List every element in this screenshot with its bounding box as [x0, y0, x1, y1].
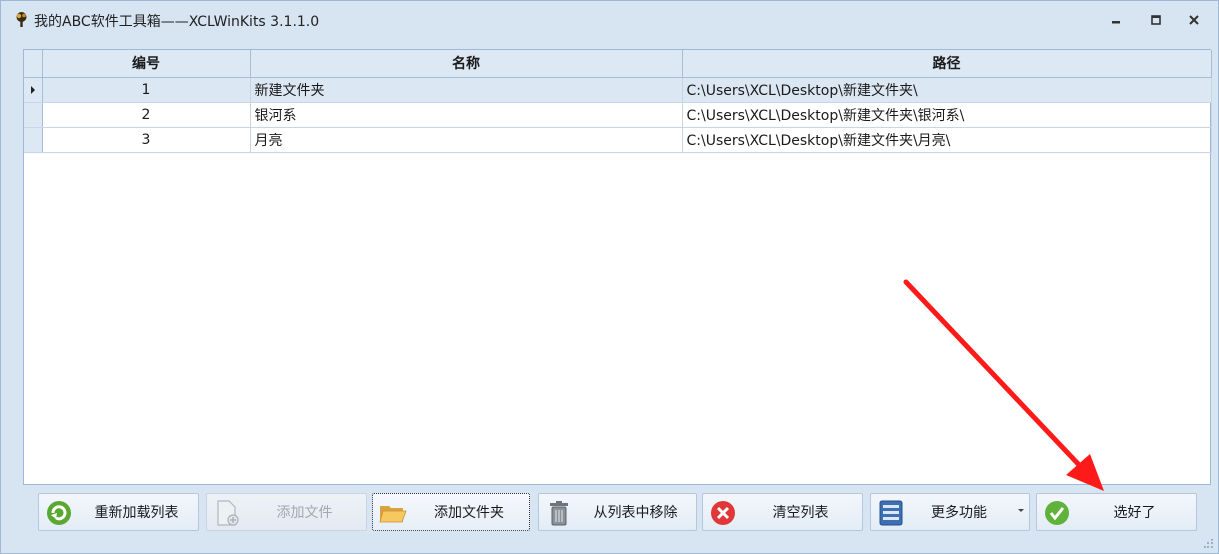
table-row[interactable]: 1 新建文件夹 C:\Users\XCL\Desktop\新建文件夹\ — [24, 77, 1212, 103]
table-row[interactable]: 2 银河系 C:\Users\XCL\Desktop\新建文件夹\银河系\ — [24, 102, 1212, 128]
clear-x-icon — [711, 501, 735, 525]
bottom-toolbar: 重新加载列表 添加文件 添加文件夹 从列表中移除 清空列表 更多功能 选好了 — [1, 489, 1218, 537]
table-row[interactable]: 3 月亮 C:\Users\XCL\Desktop\新建文件夹\月亮\ — [24, 127, 1212, 153]
done-button[interactable]: 选好了 — [1036, 493, 1197, 531]
file-grid[interactable]: 编号 名称 路径 1 新建文件夹 C:\Users\XCL\Desktop\新建… — [23, 49, 1212, 485]
column-header-path[interactable]: 路径 — [682, 50, 1212, 78]
add-file-label: 添加文件 — [276, 505, 333, 521]
app-window: 我的ABC软件工具箱——XCLWinKits 3.1.1.0 编号 名称 路径 … — [0, 0, 1219, 554]
reload-list-button[interactable]: 重新加载列表 — [38, 493, 199, 531]
cell-path[interactable]: C:\Users\XCL\Desktop\新建文件夹\月亮\ — [682, 127, 1212, 153]
row-selector[interactable] — [24, 127, 43, 153]
maximize-icon — [1151, 15, 1161, 25]
row-header-corner — [24, 50, 43, 78]
open-folder-icon — [379, 506, 407, 523]
minimize-button[interactable] — [1105, 10, 1127, 30]
clear-list-button[interactable]: 清空列表 — [702, 493, 863, 531]
close-icon — [1189, 15, 1199, 25]
remove-from-list-button[interactable]: 从列表中移除 — [538, 493, 697, 531]
minimize-icon — [1112, 21, 1120, 24]
done-label: 选好了 — [1113, 505, 1156, 521]
add-folder-button[interactable]: 添加文件夹 — [372, 493, 530, 531]
column-header-name[interactable]: 名称 — [250, 50, 683, 78]
column-header-number[interactable]: 编号 — [42, 50, 251, 78]
resize-grip-icon[interactable] — [1204, 539, 1214, 549]
reload-list-label: 重新加载列表 — [94, 505, 179, 521]
list-menu-icon — [879, 500, 903, 526]
add-folder-label: 添加文件夹 — [434, 505, 504, 521]
more-features-button[interactable]: 更多功能 — [870, 493, 1030, 531]
remove-from-list-label: 从列表中移除 — [593, 505, 678, 521]
file-table: 编号 名称 路径 1 新建文件夹 C:\Users\XCL\Desktop\新建… — [24, 50, 1212, 153]
close-button[interactable] — [1183, 10, 1205, 30]
title-bar[interactable]: 我的ABC软件工具箱——XCLWinKits 3.1.1.0 — [1, 1, 1218, 37]
app-logo-icon — [16, 12, 27, 27]
refresh-icon — [47, 501, 71, 525]
cell-number[interactable]: 3 — [42, 127, 251, 153]
more-features-label: 更多功能 — [931, 505, 987, 521]
cell-name[interactable]: 月亮 — [250, 127, 683, 153]
row-selector[interactable] — [24, 77, 43, 103]
cell-path[interactable]: C:\Users\XCL\Desktop\新建文件夹\ — [682, 77, 1212, 103]
cell-path[interactable]: C:\Users\XCL\Desktop\新建文件夹\银河系\ — [682, 102, 1212, 128]
cell-number[interactable]: 1 — [42, 77, 251, 103]
clear-list-label: 清空列表 — [772, 505, 829, 521]
cell-number[interactable]: 2 — [42, 102, 251, 128]
add-file-button[interactable]: 添加文件 — [206, 493, 367, 531]
current-row-arrow-icon — [30, 85, 35, 94]
trash-icon — [550, 501, 568, 526]
cell-name[interactable]: 新建文件夹 — [250, 77, 683, 103]
row-selector[interactable] — [24, 102, 43, 128]
table-header: 编号 名称 路径 — [24, 50, 1212, 78]
cell-name[interactable]: 银河系 — [250, 102, 683, 128]
check-icon — [1045, 501, 1069, 525]
chevron-down-icon[interactable] — [1017, 508, 1025, 514]
window-title: 我的ABC软件工具箱——XCLWinKits 3.1.1.0 — [34, 14, 320, 30]
add-file-icon — [217, 500, 239, 526]
maximize-button[interactable] — [1145, 10, 1167, 30]
